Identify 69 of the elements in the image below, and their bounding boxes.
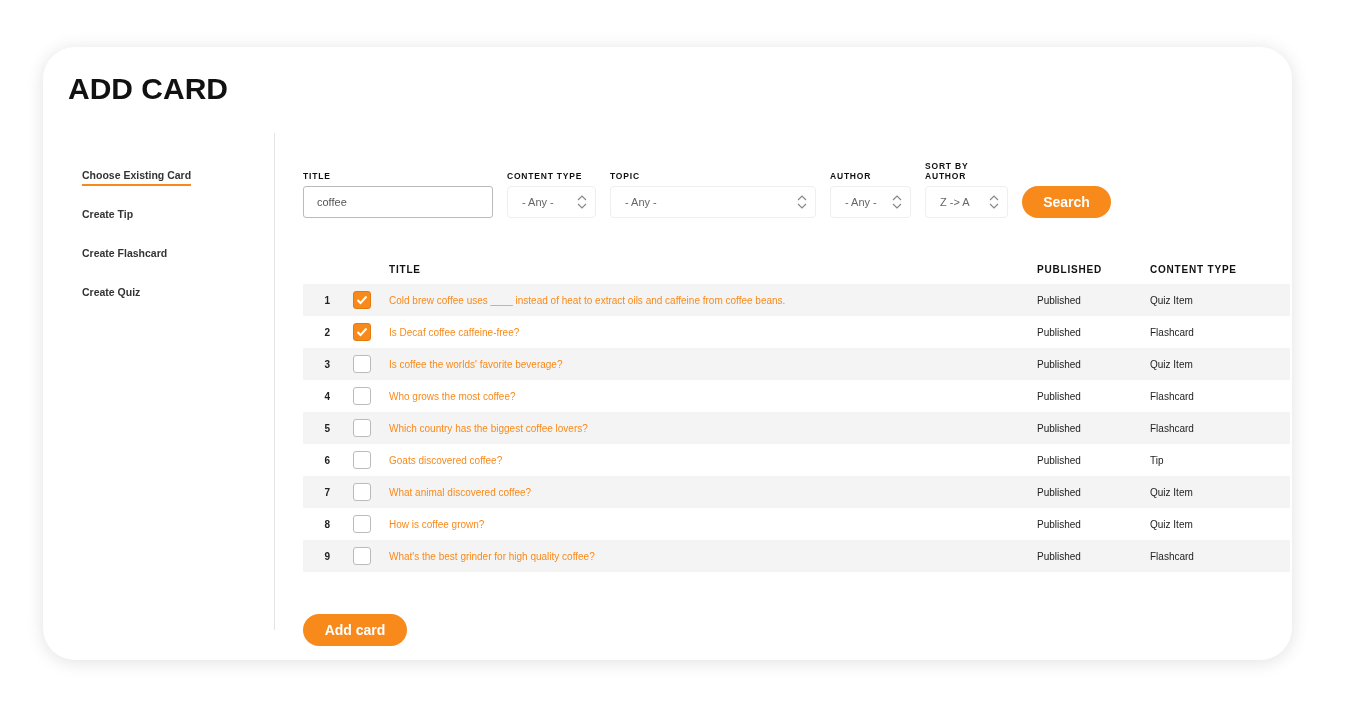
add-card-button[interactable]: Add card [303, 614, 407, 646]
card-title-link[interactable]: How is coffee grown? [389, 518, 1037, 530]
card-title-link[interactable]: Goats discovered coffee? [389, 454, 1037, 466]
chevron-icon [989, 194, 999, 210]
row-number: 9 [323, 550, 331, 562]
table-cell-text: Published [1037, 422, 1082, 434]
table-cell-text: Published [1037, 454, 1082, 466]
row-number: 6 [323, 454, 331, 466]
table-cell-text: Flashcard [1150, 422, 1195, 434]
column-header: TITLE [389, 263, 422, 275]
row-number: 4 [323, 390, 331, 402]
column-header: CONTENT TYPE [1150, 263, 1238, 275]
table-cell-text: Published [1037, 358, 1082, 370]
sidebar-link[interactable]: Create Quiz [82, 286, 141, 303]
select-field[interactable]: Z -> A [925, 186, 1008, 218]
select-field[interactable]: - Any - [830, 186, 911, 218]
table-cell-text: Flashcard [1150, 326, 1195, 338]
checkbox[interactable] [353, 323, 371, 341]
checkbox[interactable] [353, 419, 371, 437]
table-cell-text: Flashcard [1150, 390, 1195, 402]
checkbox[interactable] [353, 547, 371, 565]
table-cell-text: Published [1037, 326, 1082, 338]
row-number: 5 [323, 422, 331, 434]
row-number: 2 [323, 326, 331, 338]
card-title-link[interactable]: What's the best grinder for high quality coffee? [389, 550, 1037, 562]
page-title: ADD CARD [68, 71, 229, 107]
sidebar-link[interactable]: Choose Existing Card [82, 169, 192, 186]
card-title-link[interactable]: Which country has the biggest coffee lovers? [389, 422, 1037, 434]
row-number: 3 [323, 358, 331, 370]
row-number: 1 [323, 294, 331, 306]
table-cell-text: Flashcard [1150, 550, 1195, 562]
table-cell-text: Tip [1150, 454, 1165, 466]
sidebar-link[interactable]: Create Tip [82, 208, 134, 225]
table-cell-text: Quiz Item [1150, 294, 1194, 306]
checkbox[interactable] [353, 451, 371, 469]
row-number: 7 [323, 486, 331, 498]
chevron-icon [577, 194, 587, 210]
select-field[interactable]: - Any - [610, 186, 816, 218]
filter-label: AUTHOR [830, 171, 873, 181]
filter-label: TITLE [303, 171, 332, 181]
table-cell-text: Published [1037, 390, 1082, 402]
checkbox[interactable] [353, 355, 371, 373]
chevron-icon [892, 194, 902, 210]
card-title-link[interactable]: What animal discovered coffee? [389, 486, 1037, 498]
table-cell-text: Quiz Item [1150, 358, 1194, 370]
title-field[interactable]: coffee [303, 186, 493, 218]
checkbox[interactable] [353, 483, 371, 501]
filter-label: SORT BY AUTHOR [925, 161, 970, 181]
chevron-icon [797, 194, 807, 210]
select-field[interactable]: - Any - [507, 186, 596, 218]
checkbox[interactable] [353, 387, 371, 405]
sidebar-link[interactable]: Create Flashcard [82, 247, 168, 264]
row-number: 8 [323, 518, 331, 530]
card-title-link[interactable]: Is coffee the worlds' favorite beverage? [389, 358, 1037, 370]
filter-label: TOPIC [610, 171, 641, 181]
table-cell-text: Published [1037, 550, 1082, 562]
card-title-link[interactable]: Who grows the most coffee? [389, 390, 1037, 402]
table-cell-text: Published [1037, 486, 1082, 498]
card-title-link[interactable]: Is Decaf coffee caffeine-free? [389, 326, 1037, 338]
table-cell-text: Published [1037, 518, 1082, 530]
table-cell-text: Quiz Item [1150, 486, 1194, 498]
search-button[interactable]: Search [1022, 186, 1111, 218]
table-cell-text: Quiz Item [1150, 518, 1194, 530]
checkbox[interactable] [353, 291, 371, 309]
column-header: PUBLISHED [1037, 263, 1103, 275]
table-cell-text: Published [1037, 294, 1082, 306]
filter-label: CONTENT TYPE [507, 171, 584, 181]
checkbox[interactable] [353, 515, 371, 533]
card-title-link[interactable]: Cold brew coffee uses ____ instead of heat to extract oils and caffeine from coffee beans. [389, 294, 1037, 306]
